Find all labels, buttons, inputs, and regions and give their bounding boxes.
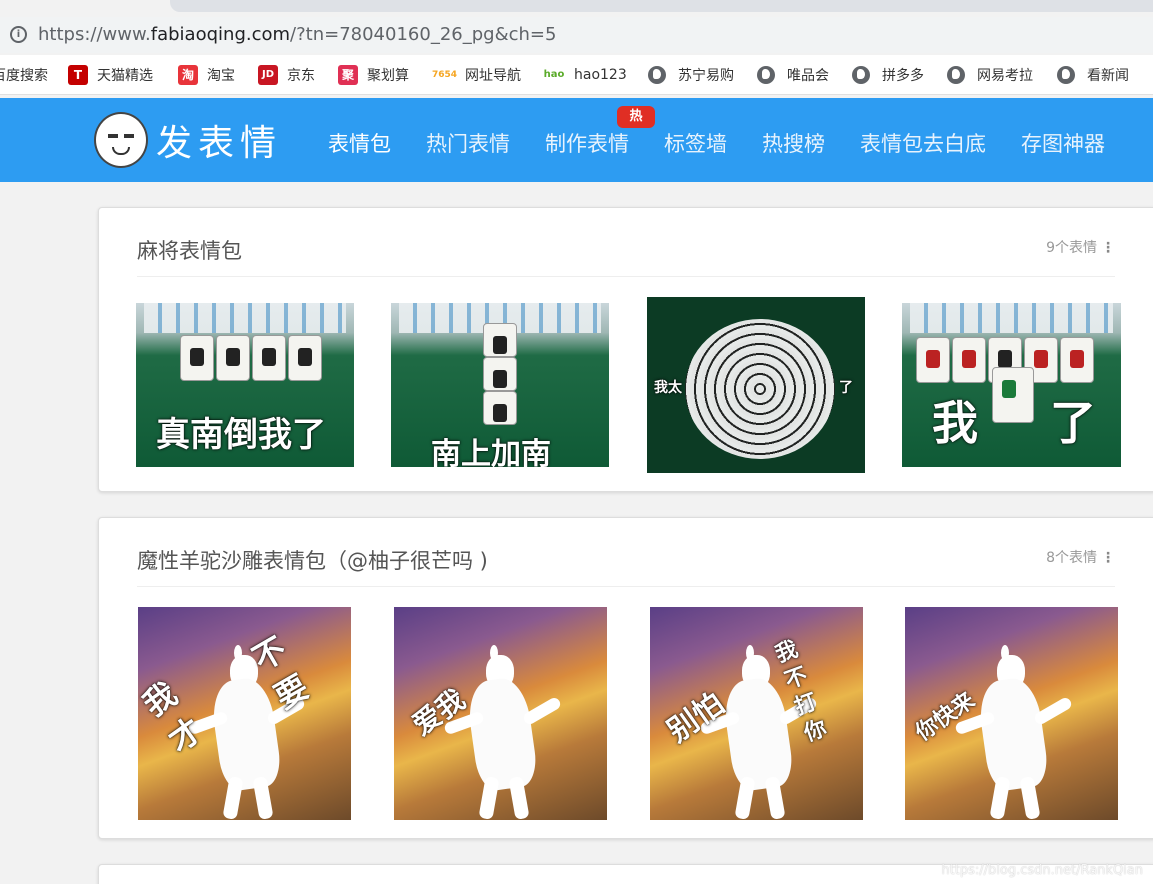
bookmarks-bar: 百度搜索 T 天猫精选 淘淘宝 JD 京东 聚聚划算 7654 网址导航 haohao… [0,55,1153,95]
globe-icon [648,66,666,84]
emoji-caption: 南上加南 [431,437,551,467]
section-title[interactable]: 魔性羊驼沙雕表情包（@柚子很芒吗 ) [137,545,488,575]
section-title[interactable]: 麻将表情包 [137,235,242,265]
divider [137,586,1115,587]
logo-text: 发表情 [156,123,283,164]
nav-item-tags[interactable]: 标签墙 [664,128,727,158]
bookmark-label: hao123 [574,67,627,83]
bookmark-juhuasuan[interactable]: 聚聚划算 [338,65,409,85]
more-icon: ⋮ [1101,240,1115,256]
section-card-alpaca: 魔性羊驼沙雕表情包（@柚子很芒吗 ) 8个表情 ⋮ 我才 不要 爱我 别怕 我不打… [98,517,1153,839]
bookmark-hao123[interactable]: hao hao123 [543,65,627,85]
bookmark-kaola[interactable]: 网易考拉 [947,65,1033,85]
site-logo[interactable]: 发表情 [94,110,282,170]
more-icon: ⋮ [1101,550,1115,566]
url-text[interactable]: https://www.fabiaoqing.com/?tn=78040160_… [38,24,556,45]
7654-icon: 7654 [432,70,458,80]
emoji-caption: 我太 [654,380,682,396]
emoji-thumb[interactable]: 我才 不要 [138,607,351,820]
logo-face-icon [94,112,148,168]
jd-icon: JD [258,65,278,85]
nav-item-remove-bg[interactable]: 表情包去白底 [860,128,986,158]
bookmark-7654[interactable]: 7654 网址导航 [432,65,521,85]
bookmark-jd[interactable]: JD 京东 [258,65,315,85]
bookmark-label: 网址导航 [465,68,521,84]
site-header: 发表情 表情包 热门表情 制作表情 标签墙 热搜榜 表情包去白底 存图神器 热 [0,98,1153,182]
globe-icon [1057,66,1075,84]
section-count[interactable]: 9个表情 ⋮ [1046,237,1115,257]
bookmark-taobao[interactable]: 淘淘宝 [178,65,235,85]
bookmark-label: 苏宁易购 [678,68,734,84]
section-count[interactable]: 8个表情 ⋮ [1046,547,1115,567]
emoji-caption: 我才 [138,674,210,761]
divider [137,276,1115,277]
globe-icon [947,66,965,84]
emoji-caption: 了 [839,380,853,396]
bookmark-label: 百度搜索 [0,68,48,84]
bookmark-label: 看新闻 [1087,68,1129,84]
tab-strip [170,0,1153,12]
nav-item-save-tool[interactable]: 存图神器 [1021,128,1105,158]
bookmark-vip[interactable]: 唯品会 [757,65,829,85]
juhuasuan-icon: 聚 [338,65,358,85]
bookmark-news[interactable]: 看新闻 [1057,65,1129,85]
bookmark-tmall[interactable]: T 天猫精选 [68,65,153,85]
bookmark-label: 聚划算 [367,68,409,84]
nav-item-trending[interactable]: 热搜榜 [762,128,825,158]
emoji-thumb[interactable]: 爱我 [394,607,607,820]
emoji-thumb[interactable]: 别怕 我不打你 [650,607,863,820]
nav-item-hot[interactable]: 热门表情 [426,128,510,158]
emoji-caption: 别怕 [661,686,731,750]
emoji-caption: 了 [1050,396,1096,450]
globe-icon [757,66,775,84]
main-nav: 表情包 热门表情 制作表情 标签墙 热搜榜 表情包去白底 存图神器 [328,128,1140,158]
taobao-icon: 淘 [178,65,198,85]
emoji-thumb[interactable]: 我 了 [902,303,1121,467]
bookmark-label: 京东 [287,68,315,84]
bookmark-label: 天猫精选 [97,68,153,84]
section-card-mahjong: 麻将表情包 9个表情 ⋮ 真南倒我了 南上加南 我太 了 我 了 [98,207,1153,492]
count-label: 9个表情 [1046,240,1097,256]
bookmark-baidu[interactable]: 百度搜索 [0,65,48,85]
emoji-thumb[interactable]: 我太 了 [647,297,865,473]
bookmark-label: 网易考拉 [977,68,1033,84]
bookmark-pinduoduo[interactable]: 拼多多 [852,65,924,85]
emoji-thumb[interactable]: 南上加南 [391,303,609,467]
tmall-icon: T [68,65,88,85]
watermark: https://blog.csdn.net/RankQian [941,863,1143,878]
emoji-thumb[interactable]: 真南倒我了 [136,303,354,467]
nav-item-make[interactable]: 制作表情 [545,128,629,158]
site-info-icon[interactable]: i [10,26,27,43]
hot-badge: 热 [617,106,655,128]
emoji-caption: 我 [932,396,978,450]
emoji-caption: 爱我 [406,682,472,742]
emoji-thumb[interactable]: 你快来 [905,607,1118,820]
hao123-icon: hao [543,69,565,80]
address-bar[interactable]: i https://www.fabiaoqing.com/?tn=7804016… [0,17,1153,53]
bookmark-suning[interactable]: 苏宁易购 [648,65,734,85]
nav-item-biaoqingbao[interactable]: 表情包 [328,128,391,158]
globe-icon [852,66,870,84]
count-label: 8个表情 [1046,550,1097,566]
bookmark-label: 淘宝 [207,68,235,84]
emoji-caption: 真南倒我了 [156,415,326,455]
emoji-caption: 你快来 [911,687,980,747]
bookmark-label: 唯品会 [787,68,829,84]
bookmark-label: 拼多多 [882,68,924,84]
